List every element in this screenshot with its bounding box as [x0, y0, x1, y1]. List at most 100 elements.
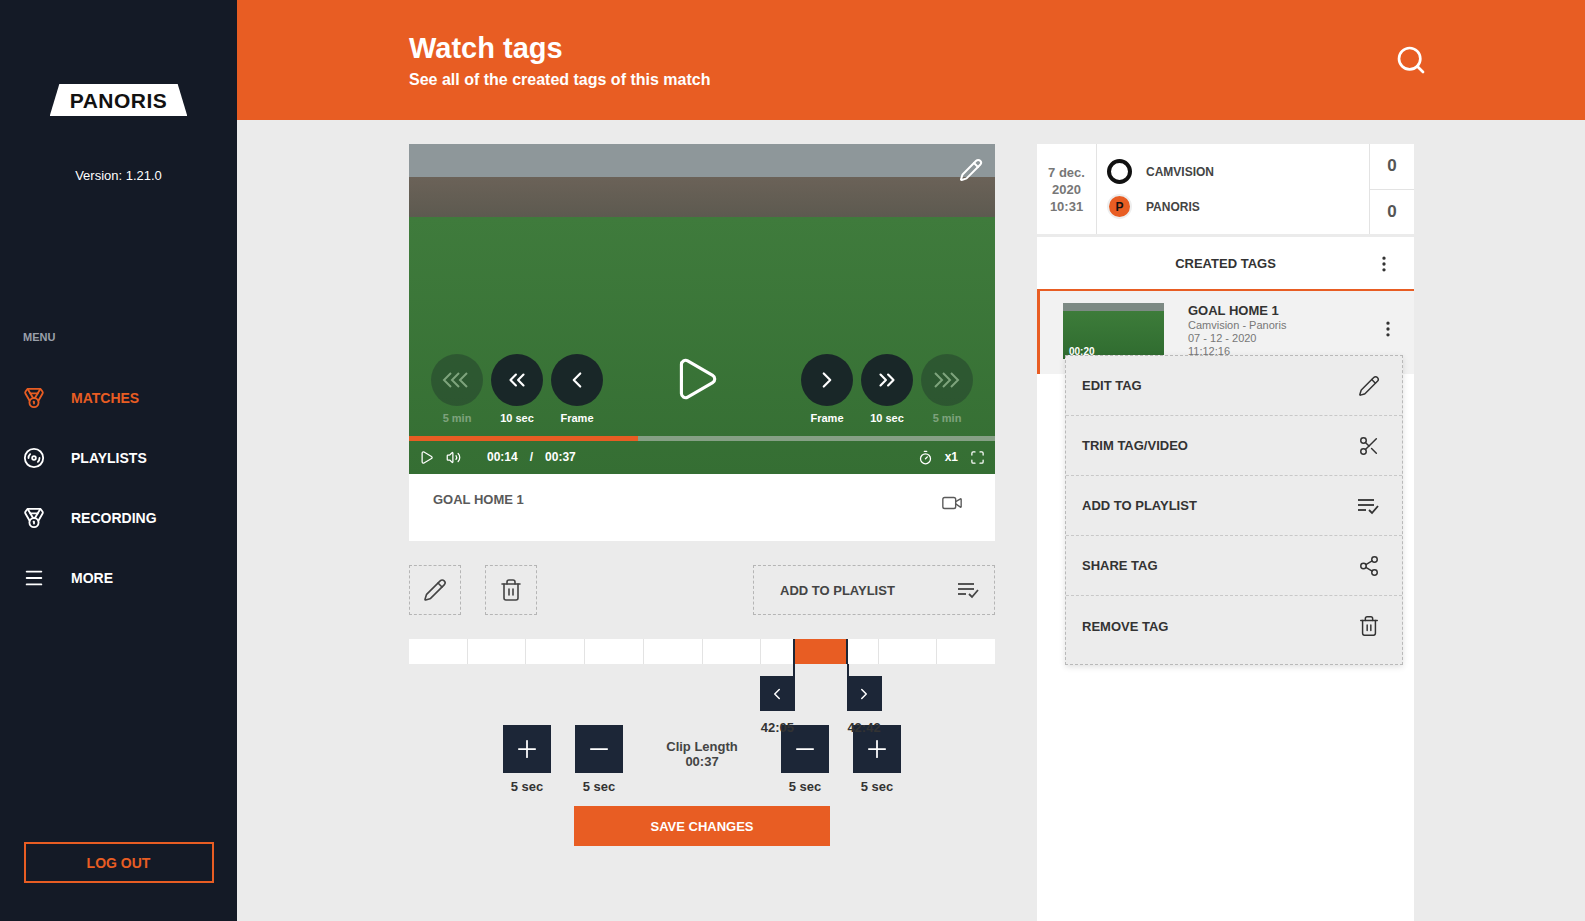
trash-icon: [1358, 615, 1380, 637]
context-menu-item[interactable]: ADD TO PLAYLIST: [1066, 476, 1402, 536]
clip-control: 5 sec: [503, 725, 551, 794]
scissors-icon: [1358, 435, 1380, 457]
kebab-icon: [1374, 254, 1394, 274]
sidebar: PANORISVersion: 1.21.0MENUMATCHESPLAYLIS…: [0, 0, 237, 921]
triple-back-icon: [442, 370, 472, 390]
tag-thumbnail: 00:20: [1063, 303, 1164, 359]
delete-button[interactable]: [485, 565, 537, 615]
start-handle-button[interactable]: [760, 676, 795, 711]
end-handle-button[interactable]: [847, 676, 882, 711]
skip-label: Frame: [810, 412, 843, 424]
start-handle: 42:05: [760, 676, 795, 735]
tags-menu-button[interactable]: [1374, 254, 1394, 277]
skip-forward-button[interactable]: [921, 354, 973, 406]
matches-icon: [23, 387, 45, 409]
small-play-icon[interactable]: [419, 450, 434, 465]
clip-step-label: 5 sec: [583, 779, 616, 794]
skip-forward-button[interactable]: [861, 354, 913, 406]
end-handle: 42:42: [847, 676, 882, 735]
playlist-icon: [956, 580, 980, 600]
add-to-playlist-button[interactable]: ADD TO PLAYLIST: [753, 565, 995, 615]
volume-icon[interactable]: [446, 450, 461, 465]
context-menu-item[interactable]: SHARE TAG: [1066, 536, 1402, 596]
sidebar-item[interactable]: MATCHES: [23, 385, 237, 410]
play-button[interactable]: [671, 354, 721, 408]
save-button[interactable]: SAVE CHANGES: [574, 806, 830, 846]
back-icon: [564, 367, 590, 393]
minus-icon: [791, 735, 819, 763]
timeline-segment: [937, 639, 995, 664]
pencil-icon: [1358, 375, 1380, 397]
skip-back-button[interactable]: [431, 354, 483, 406]
duration: 00:37: [545, 450, 576, 464]
team-row: PPANORIS: [1107, 194, 1369, 219]
tags-panel: CREATED TAGS00:20GOAL HOME 1Camvision - …: [1037, 237, 1414, 921]
recording-icon: [23, 507, 45, 529]
main: Watch tagsSee all of the created tags of…: [237, 0, 1585, 921]
skip-back-button[interactable]: [491, 354, 543, 406]
timeline-segment: [703, 639, 761, 664]
pencil-icon: [423, 578, 447, 602]
timeline-segment: [526, 639, 584, 664]
timeline-strip[interactable]: [409, 639, 995, 664]
header: Watch tagsSee all of the created tags of…: [237, 0, 1585, 120]
skip-control: 10 sec: [861, 354, 913, 424]
minus-button[interactable]: [575, 725, 623, 773]
context-menu: EDIT TAGTRIM TAG/VIDEOADD TO PLAYLISTSHA…: [1065, 355, 1403, 665]
sidebar-menu: MATCHES PLAYLISTS RECORDING MORE: [0, 385, 237, 590]
search-icon[interactable]: [1395, 44, 1427, 76]
edit-button[interactable]: [409, 565, 461, 615]
page: PANORISVersion: 1.21.0MENUMATCHESPLAYLIS…: [0, 0, 1585, 921]
tags-column: 7 dec.202010:31CAMVISIONPPANORIS00CREATE…: [1037, 144, 1414, 921]
sidebar-item[interactable]: MORE: [23, 565, 237, 590]
time-separator: /: [530, 450, 533, 464]
context-menu-item[interactable]: REMOVE TAG: [1066, 596, 1402, 656]
team-badge-icon: P: [1107, 194, 1132, 219]
skip-label: 10 sec: [500, 412, 534, 424]
sidebar-item[interactable]: RECORDING: [23, 505, 237, 530]
context-menu-item[interactable]: EDIT TAG: [1066, 356, 1402, 416]
play-icon: [671, 354, 721, 404]
skip-control: 5 min: [431, 354, 483, 424]
double-forward-icon: [874, 367, 900, 393]
clip-length: Clip Length00:37: [647, 725, 757, 769]
skip-control: 5 min: [921, 354, 973, 424]
player-column: 5 min10 secFrameFrame10 sec5 min00:14/00…: [409, 144, 995, 921]
skip-forward-button[interactable]: [801, 354, 853, 406]
context-menu-item[interactable]: TRIM TAG/VIDEO: [1066, 416, 1402, 476]
skip-control: Frame: [551, 354, 603, 424]
actions-row: ADD TO PLAYLIST: [409, 565, 995, 615]
camera-icon[interactable]: [941, 492, 963, 514]
skip-label: Frame: [560, 412, 593, 424]
timeline-segment: [644, 639, 702, 664]
pencil-icon: [959, 158, 983, 182]
tag-title-bar: GOAL HOME 1: [409, 474, 995, 541]
skip-back-group: 5 min 10 sec Frame: [431, 354, 603, 424]
progress-fill: [409, 436, 638, 441]
logo: PANORIS: [50, 84, 188, 116]
minus-icon: [585, 735, 613, 763]
sidebar-item[interactable]: PLAYLISTS: [23, 445, 237, 470]
fullscreen-icon[interactable]: [970, 450, 985, 465]
video-edit-button[interactable]: [959, 158, 983, 186]
scores: 00: [1369, 144, 1414, 234]
logout-button[interactable]: LOG OUT: [24, 842, 214, 883]
timeline-segment: [468, 639, 526, 664]
kebab-icon: [1378, 319, 1398, 339]
speed-icon[interactable]: [918, 450, 933, 465]
match-card: 7 dec.202010:31CAMVISIONPPANORIS00: [1037, 144, 1414, 234]
triple-forward-icon: [932, 370, 962, 390]
progress-bar[interactable]: [409, 436, 995, 441]
plus-button[interactable]: [503, 725, 551, 773]
video-player[interactable]: 5 min10 secFrameFrame10 sec5 min00:14/00…: [409, 144, 995, 474]
clip-control: 5 sec: [853, 725, 901, 794]
timeline-selection[interactable]: [793, 639, 849, 664]
plus-icon: [513, 735, 541, 763]
clip-step-label: 5 sec: [511, 779, 544, 794]
speed[interactable]: x1: [945, 450, 958, 464]
timeline-segment: [409, 639, 467, 664]
right-icon: [855, 685, 873, 703]
team-badge-icon: [1107, 159, 1132, 184]
page-title: Watch tags: [409, 32, 1395, 65]
skip-back-button[interactable]: [551, 354, 603, 406]
